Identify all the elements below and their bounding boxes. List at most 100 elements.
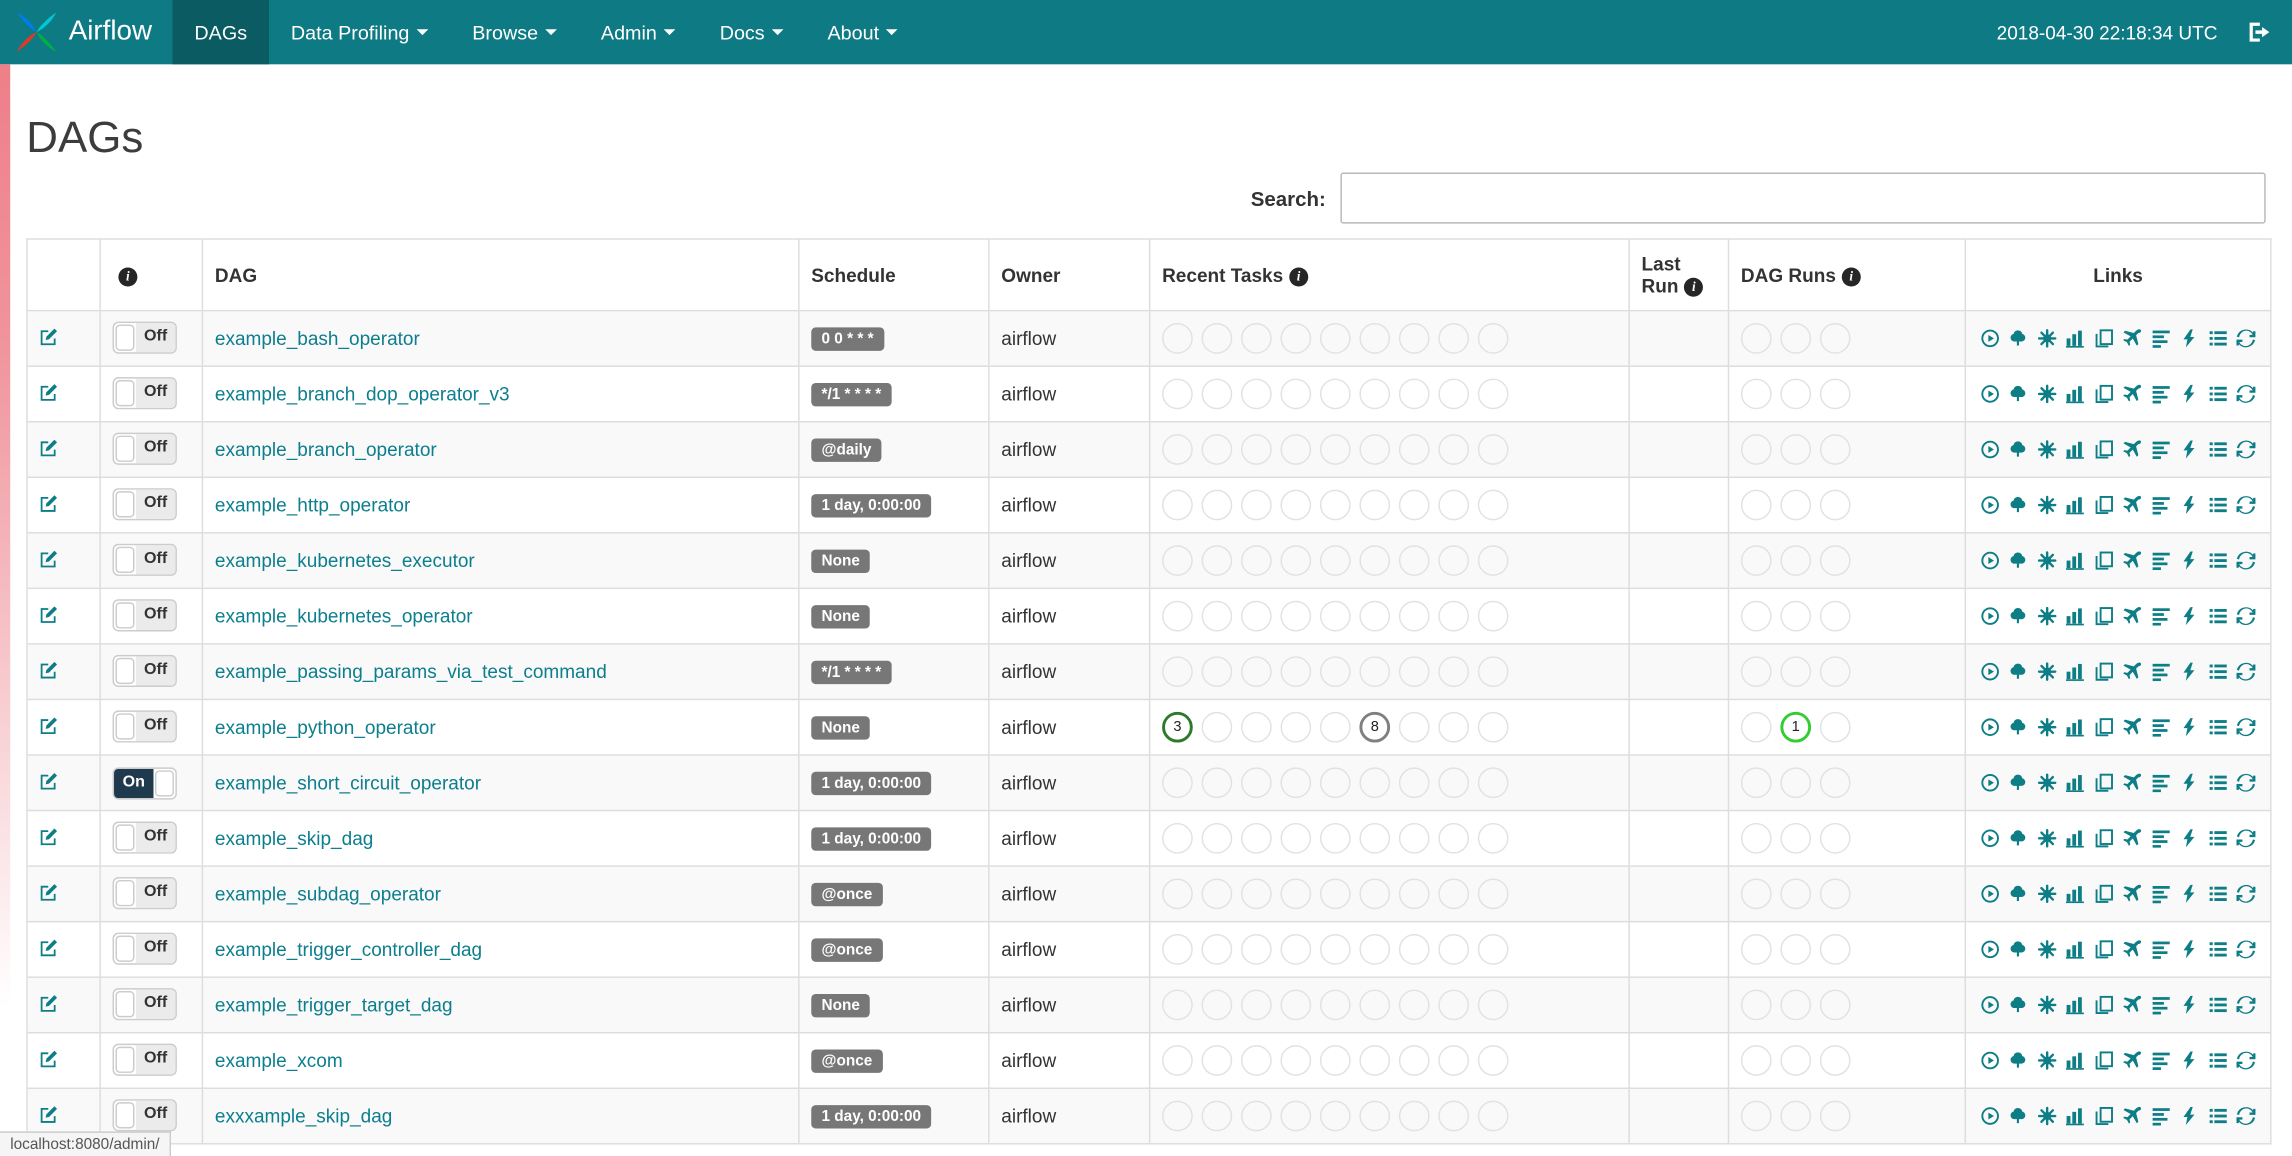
- dag-pause-toggle[interactable]: Off: [112, 1099, 177, 1132]
- schedule-badge[interactable]: @daily: [811, 438, 882, 463]
- gantt-view-icon[interactable]: [2151, 1051, 2170, 1070]
- dag-link[interactable]: example_kubernetes_operator: [215, 605, 473, 627]
- task-tries-icon[interactable]: [2094, 718, 2113, 737]
- refresh-icon[interactable]: [2236, 884, 2256, 903]
- task-tries-icon[interactable]: [2094, 940, 2113, 959]
- task-duration-icon[interactable]: [2066, 718, 2085, 737]
- tree-view-icon[interactable]: [2009, 384, 2028, 403]
- edit-dag-icon[interactable]: [39, 827, 58, 846]
- landing-times-icon[interactable]: [2123, 551, 2142, 570]
- code-view-icon[interactable]: [2180, 496, 2199, 515]
- gantt-view-icon[interactable]: [2151, 384, 2170, 404]
- tree-view-icon[interactable]: [2009, 1051, 2028, 1070]
- dag-pause-toggle[interactable]: Off: [112, 821, 177, 854]
- refresh-icon[interactable]: [2236, 829, 2256, 848]
- logs-icon[interactable]: [2208, 884, 2227, 903]
- refresh-icon[interactable]: [2236, 496, 2256, 515]
- schedule-badge[interactable]: 1 day, 0:00:00: [811, 826, 932, 852]
- landing-times-icon[interactable]: [2123, 884, 2142, 903]
- schedule-badge[interactable]: @once: [811, 938, 883, 963]
- dag-link[interactable]: example_trigger_target_dag: [215, 994, 453, 1016]
- code-view-icon[interactable]: [2180, 829, 2199, 848]
- trigger-dag-icon[interactable]: [1980, 829, 1999, 848]
- edit-dag-icon[interactable]: [39, 438, 58, 457]
- task-duration-icon[interactable]: [2066, 662, 2085, 681]
- graph-view-icon[interactable]: [2037, 384, 2057, 404]
- trigger-dag-icon[interactable]: [1980, 496, 1999, 515]
- graph-view-icon[interactable]: [2037, 440, 2057, 459]
- logs-icon[interactable]: [2208, 995, 2227, 1014]
- edit-dag-icon[interactable]: [39, 938, 58, 957]
- logs-icon[interactable]: [2208, 329, 2227, 348]
- code-view-icon[interactable]: [2180, 1051, 2199, 1070]
- graph-view-icon[interactable]: [2037, 551, 2057, 570]
- task-tries-icon[interactable]: [2094, 884, 2113, 903]
- dag-pause-toggle[interactable]: Off: [112, 932, 177, 965]
- dag-pause-toggle[interactable]: On: [112, 766, 177, 799]
- graph-view-icon[interactable]: [2037, 995, 2057, 1015]
- landing-times-icon[interactable]: [2123, 440, 2142, 459]
- nav-item-admin[interactable]: Admin: [579, 0, 698, 64]
- refresh-icon[interactable]: [2236, 384, 2256, 403]
- trigger-dag-icon[interactable]: [1980, 884, 1999, 903]
- gantt-view-icon[interactable]: [2151, 607, 2170, 626]
- trigger-dag-icon[interactable]: [1980, 329, 1999, 348]
- refresh-icon[interactable]: [2236, 773, 2256, 792]
- nav-item-dags[interactable]: DAGs: [172, 0, 270, 65]
- refresh-icon[interactable]: [2236, 329, 2256, 348]
- col-header-dag[interactable]: DAG: [201, 238, 800, 312]
- code-view-icon[interactable]: [2180, 551, 2199, 570]
- refresh-icon[interactable]: [2236, 718, 2256, 737]
- logs-icon[interactable]: [2208, 940, 2227, 959]
- dag-pause-toggle[interactable]: Off: [112, 432, 177, 465]
- gantt-view-icon[interactable]: [2151, 718, 2170, 737]
- task-duration-icon[interactable]: [2066, 384, 2085, 404]
- nav-item-data-profiling[interactable]: Data Profiling: [269, 0, 450, 64]
- trigger-dag-icon[interactable]: [1980, 773, 1999, 792]
- tree-view-icon[interactable]: [2009, 607, 2028, 626]
- dag-pause-toggle[interactable]: Off: [112, 710, 177, 743]
- task-duration-icon[interactable]: [2066, 607, 2085, 626]
- code-view-icon[interactable]: [2180, 995, 2199, 1014]
- tree-view-icon[interactable]: [2009, 662, 2028, 681]
- task-status-circle[interactable]: 3: [1162, 711, 1193, 743]
- task-duration-icon[interactable]: [2066, 496, 2085, 515]
- tree-view-icon[interactable]: [2009, 773, 2028, 792]
- col-header-owner[interactable]: Owner: [988, 238, 1151, 312]
- task-status-circle[interactable]: 8: [1359, 711, 1391, 743]
- dag-link[interactable]: example_http_operator: [215, 494, 410, 516]
- dag-link[interactable]: example_subdag_operator: [215, 883, 441, 905]
- gantt-view-icon[interactable]: [2151, 773, 2170, 793]
- tree-view-icon[interactable]: [2009, 940, 2028, 959]
- task-duration-icon[interactable]: [2066, 884, 2085, 904]
- trigger-dag-icon[interactable]: [1980, 607, 1999, 626]
- refresh-icon[interactable]: [2236, 607, 2256, 626]
- airflow-brand[interactable]: Airflow: [0, 0, 173, 64]
- dag-link[interactable]: example_xcom: [215, 1050, 343, 1072]
- refresh-icon[interactable]: [2236, 1051, 2256, 1070]
- logs-icon[interactable]: [2208, 496, 2227, 515]
- schedule-badge[interactable]: */1 * * * *: [811, 660, 892, 685]
- logs-icon[interactable]: [2208, 607, 2227, 626]
- nav-item-docs[interactable]: Docs: [698, 0, 806, 64]
- task-tries-icon[interactable]: [2094, 440, 2113, 459]
- graph-view-icon[interactable]: [2037, 884, 2057, 904]
- dag-pause-toggle[interactable]: Off: [112, 488, 177, 521]
- dag-link[interactable]: example_python_operator: [215, 716, 436, 738]
- task-status-circle[interactable]: 1: [1780, 711, 1812, 743]
- graph-view-icon[interactable]: [2037, 662, 2057, 681]
- schedule-badge[interactable]: @once: [811, 882, 883, 907]
- edit-dag-icon[interactable]: [39, 882, 58, 901]
- graph-view-icon[interactable]: [2037, 495, 2057, 515]
- code-view-icon[interactable]: [2180, 940, 2199, 959]
- logs-icon[interactable]: [2208, 829, 2227, 848]
- gantt-view-icon[interactable]: [2151, 329, 2170, 348]
- landing-times-icon[interactable]: [2123, 940, 2142, 959]
- logs-icon[interactable]: [2208, 1051, 2227, 1070]
- trigger-dag-icon[interactable]: [1980, 995, 1999, 1014]
- task-duration-icon[interactable]: [2066, 551, 2085, 570]
- logs-icon[interactable]: [2208, 718, 2227, 737]
- edit-dag-icon[interactable]: [39, 660, 58, 679]
- task-tries-icon[interactable]: [2094, 1107, 2113, 1126]
- gantt-view-icon[interactable]: [2151, 829, 2170, 848]
